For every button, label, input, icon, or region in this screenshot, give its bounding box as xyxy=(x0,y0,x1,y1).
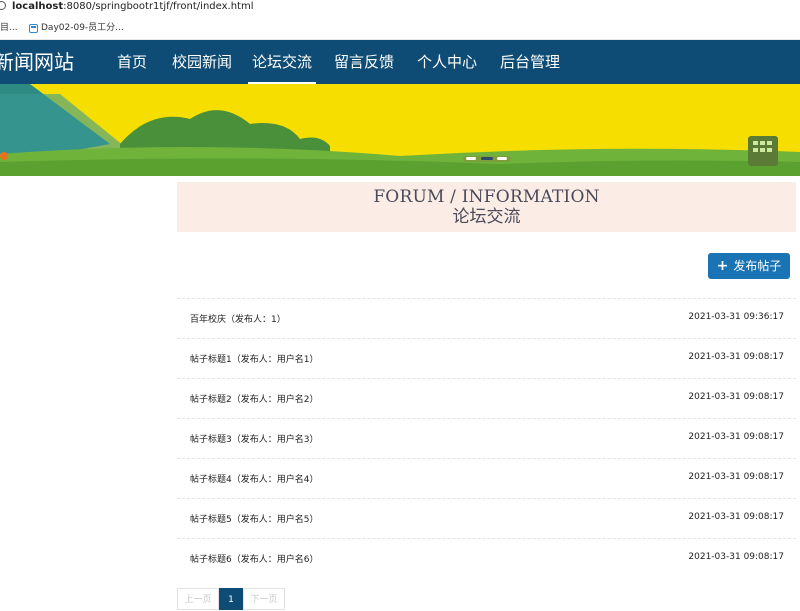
post-time: 2021-03-31 09:08:17 xyxy=(688,432,784,442)
post-title[interactable]: 帖子标题2（发布人：用户名2） xyxy=(190,392,318,405)
calendar-icon xyxy=(29,23,38,33)
section-title-en: FORUM / INFORMATION xyxy=(373,187,600,207)
nav-item-forum[interactable]: 论坛交流 xyxy=(248,40,316,84)
post-list: 百年校庆（发布人：1） 2021-03-31 09:36:17 帖子标题1（发布… xyxy=(177,298,796,578)
post-row[interactable]: 帖子标题5（发布人：用户名5） 2021-03-31 09:08:17 xyxy=(177,498,796,538)
post-title[interactable]: 帖子标题1（发布人：用户名1） xyxy=(190,352,318,365)
section-title-cn: 论坛交流 xyxy=(452,207,521,227)
post-row[interactable]: 帖子标题6（发布人：用户名6） 2021-03-31 09:08:17 xyxy=(177,538,796,578)
post-row[interactable]: 帖子标题2（发布人：用户名2） 2021-03-31 09:08:17 xyxy=(177,378,796,418)
post-row[interactable]: 帖子标题3（发布人：用户名3） 2021-03-31 09:08:17 xyxy=(177,418,796,458)
bookmarks-bar: 目... Day02-09-员工分... xyxy=(0,16,800,40)
bookmark-item[interactable]: 目... xyxy=(0,16,18,40)
info-icon[interactable] xyxy=(0,1,6,10)
prev-page-button[interactable]: 上一页 xyxy=(177,588,219,610)
nav-item-admin[interactable]: 后台管理 xyxy=(500,40,560,84)
new-post-button[interactable]: + 发布帖子 xyxy=(708,253,790,279)
next-page-button[interactable]: 下一页 xyxy=(243,588,285,610)
nav-item-profile[interactable]: 个人中心 xyxy=(417,40,477,84)
bookmark-label: Day02-09-员工分... xyxy=(41,23,124,33)
nav-item-feedback[interactable]: 留言反馈 xyxy=(334,40,394,84)
banner-carousel[interactable] xyxy=(0,84,800,176)
post-title[interactable]: 帖子标题6（发布人：用户名6） xyxy=(190,552,318,565)
post-title[interactable]: 帖子标题3（发布人：用户名3） xyxy=(190,432,318,445)
post-row[interactable]: 百年校庆（发布人：1） 2021-03-31 09:36:17 xyxy=(177,298,796,338)
post-title[interactable]: 帖子标题4（发布人：用户名4） xyxy=(190,472,318,485)
post-row[interactable]: 帖子标题1（发布人：用户名1） 2021-03-31 09:08:17 xyxy=(177,338,796,378)
new-post-label: 发布帖子 xyxy=(733,259,782,273)
nav-item-home[interactable]: 首页 xyxy=(117,40,147,84)
url-text[interactable]: localhost:8080/springbootr1tjf/front/ind… xyxy=(12,0,254,14)
nav-item-campus-news[interactable]: 校园新闻 xyxy=(172,40,232,84)
section-header: FORUM / INFORMATION 论坛交流 xyxy=(177,182,796,232)
page-number-button[interactable]: 1 xyxy=(219,588,243,610)
post-time: 2021-03-31 09:08:17 xyxy=(688,352,784,362)
banner-illustration xyxy=(0,84,800,176)
post-time: 2021-03-31 09:08:17 xyxy=(688,472,784,482)
post-title[interactable]: 帖子标题5（发布人：用户名5） xyxy=(190,512,318,525)
post-title[interactable]: 百年校庆（发布人：1） xyxy=(190,312,286,325)
plus-icon: + xyxy=(716,258,729,274)
main-nav: 新闻网站 首页 校园新闻 论坛交流 留言反馈 个人中心 后台管理 xyxy=(0,40,800,84)
post-time: 2021-03-31 09:08:17 xyxy=(688,512,784,522)
bookmark-item[interactable]: Day02-09-员工分... xyxy=(29,16,124,40)
address-bar[interactable]: localhost:8080/springbootr1tjf/front/ind… xyxy=(0,0,800,16)
site-title[interactable]: 新闻网站 xyxy=(0,40,74,84)
post-time: 2021-03-31 09:08:17 xyxy=(688,392,784,402)
pagination: 上一页 1 下一页 xyxy=(177,588,285,610)
post-row[interactable]: 帖子标题4（发布人：用户名4） 2021-03-31 09:08:17 xyxy=(177,458,796,498)
post-time: 2021-03-31 09:08:17 xyxy=(688,552,784,562)
post-time: 2021-03-31 09:36:17 xyxy=(688,312,784,322)
